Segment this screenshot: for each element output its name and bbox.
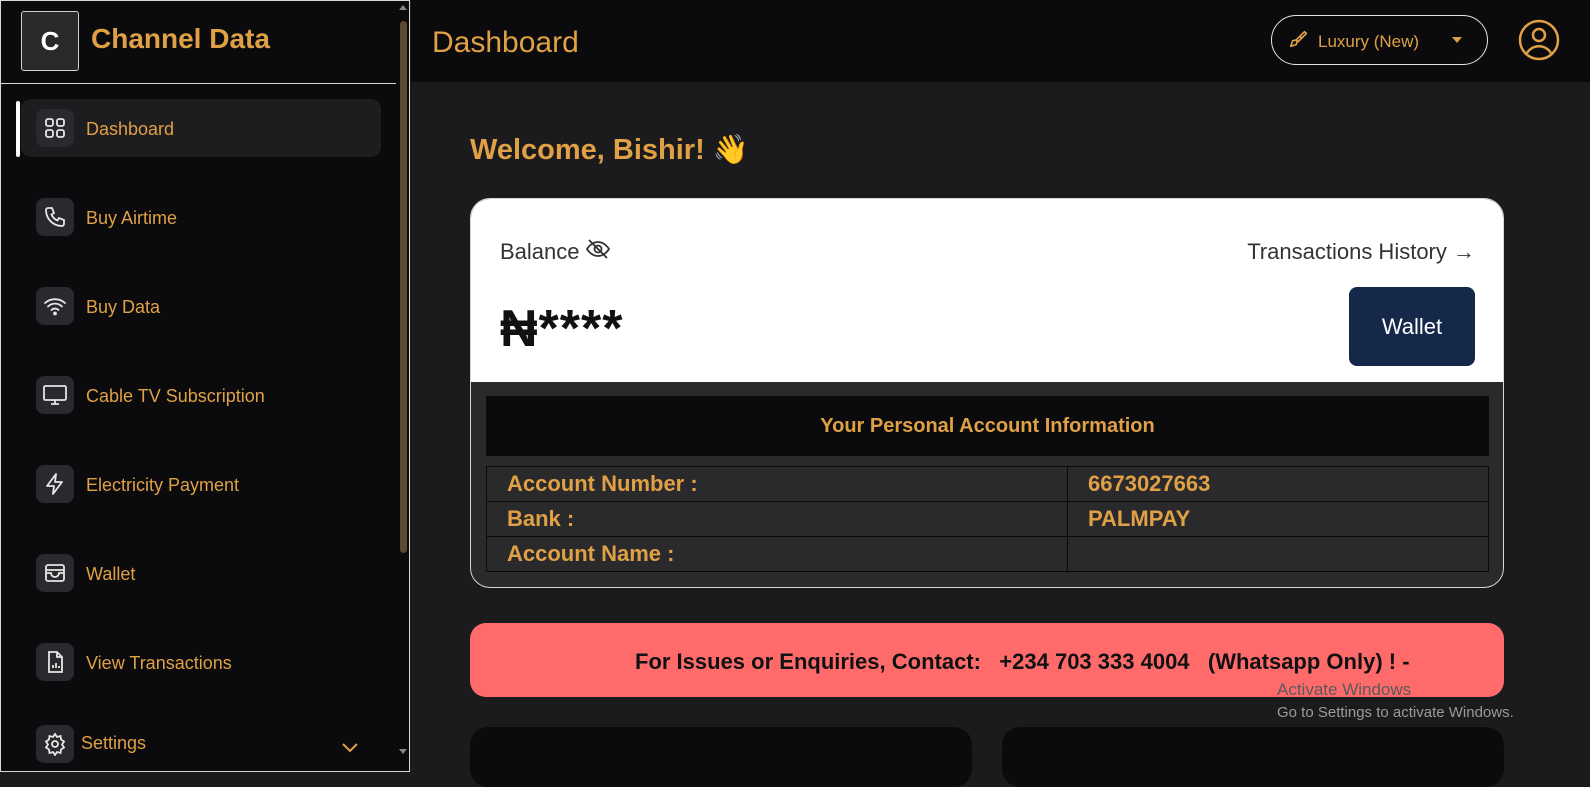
- grid-icon: [36, 109, 74, 147]
- main-scrollbar[interactable]: [1580, 90, 1590, 774]
- paint-brush-icon: [1288, 28, 1310, 55]
- table-row: Bank : PALMPAY: [486, 501, 1489, 537]
- wallet-button[interactable]: Wallet: [1349, 287, 1475, 366]
- balance-value: ₦****: [500, 300, 624, 358]
- stat-card: [1002, 727, 1504, 787]
- sidebar: C Channel Data Dashboard Buy Airtime Buy…: [0, 0, 410, 772]
- sidebar-item-settings[interactable]: Settings: [21, 715, 381, 771]
- welcome-heading: Welcome, Bishir! 👋: [470, 134, 749, 166]
- wallet-icon: [36, 554, 74, 592]
- table-row: Account Name :: [486, 536, 1489, 572]
- account-info-title: Your Personal Account Information: [486, 396, 1489, 456]
- sidebar-item-label: Wallet: [86, 564, 136, 584]
- theme-select-value: Luxury (New): [1318, 32, 1420, 51]
- gear-icon: [36, 725, 74, 763]
- sidebar-item-view-transactions[interactable]: View Transactions: [21, 633, 381, 691]
- sidebar-item-electricity[interactable]: Electricity Payment: [21, 455, 381, 513]
- transactions-history-link[interactable]: Transactions History →: [1247, 239, 1475, 265]
- sidebar-item-label: Settings: [81, 733, 147, 753]
- sidebar-item-wallet[interactable]: Wallet: [21, 544, 381, 602]
- top-header: Dashboard Luxury (New): [411, 0, 1590, 82]
- document-chart-icon: [36, 643, 74, 681]
- sidebar-item-dashboard[interactable]: Dashboard: [16, 99, 381, 157]
- scroll-down-icon[interactable]: [399, 749, 407, 754]
- account-number-label: Account Number :: [486, 466, 1068, 502]
- account-info-table: Account Number : 6673027663 Bank : PALMP…: [486, 466, 1489, 572]
- scroll-up-icon[interactable]: [399, 5, 407, 10]
- balance-panel: Balance Transactions History → ₦**** Wal…: [471, 199, 1503, 382]
- sidebar-item-label: Electricity Payment: [86, 475, 240, 495]
- phone-icon: [36, 198, 74, 236]
- caret-down-icon: [1452, 37, 1462, 43]
- user-circle-icon[interactable]: [1517, 18, 1561, 67]
- sidebar-item-cable-tv[interactable]: Cable TV Subscription: [21, 366, 381, 424]
- balance-label: Balance: [500, 239, 580, 264]
- chevron-down-icon[interactable]: [341, 741, 359, 759]
- wifi-icon: [36, 287, 74, 325]
- page-title: Dashboard: [432, 26, 579, 59]
- activate-windows-subtitle: Go to Settings to activate Windows.: [1277, 704, 1514, 721]
- eye-off-icon[interactable]: [585, 237, 611, 266]
- theme-select[interactable]: Luxury (New): [1271, 15, 1488, 65]
- sidebar-item-label: Buy Data: [86, 297, 161, 317]
- sidebar-item-buy-airtime[interactable]: Buy Airtime: [21, 188, 381, 246]
- monitor-icon: [36, 376, 74, 414]
- sidebar-scrollbar-thumb[interactable]: [400, 21, 407, 553]
- sidebar-item-label: View Transactions: [86, 653, 232, 673]
- sidebar-item-buy-data[interactable]: Buy Data: [21, 277, 381, 335]
- sidebar-item-label: Dashboard: [86, 119, 175, 139]
- brand[interactable]: C Channel Data: [1, 1, 396, 84]
- contact-text: For Issues or Enquiries, Contact: +234 7…: [635, 649, 1410, 674]
- stat-card: [470, 727, 972, 787]
- table-row: Account Number : 6673027663: [486, 466, 1489, 502]
- brand-name: Channel Data: [91, 23, 270, 54]
- sidebar-item-label: Cable TV Subscription: [86, 386, 265, 406]
- account-name-label: Account Name :: [486, 536, 1068, 572]
- activate-windows-title: Activate Windows: [1277, 680, 1412, 699]
- balance-card: Balance Transactions History → ₦**** Wal…: [470, 198, 1504, 588]
- brand-logo: C: [21, 11, 79, 71]
- bank-value: PALMPAY: [1067, 501, 1489, 537]
- lightning-icon: [36, 465, 74, 503]
- account-number-value: 6673027663: [1067, 466, 1489, 502]
- account-name-value: [1067, 536, 1489, 572]
- bank-label: Bank :: [486, 501, 1068, 537]
- sidebar-item-label: Buy Airtime: [86, 208, 178, 228]
